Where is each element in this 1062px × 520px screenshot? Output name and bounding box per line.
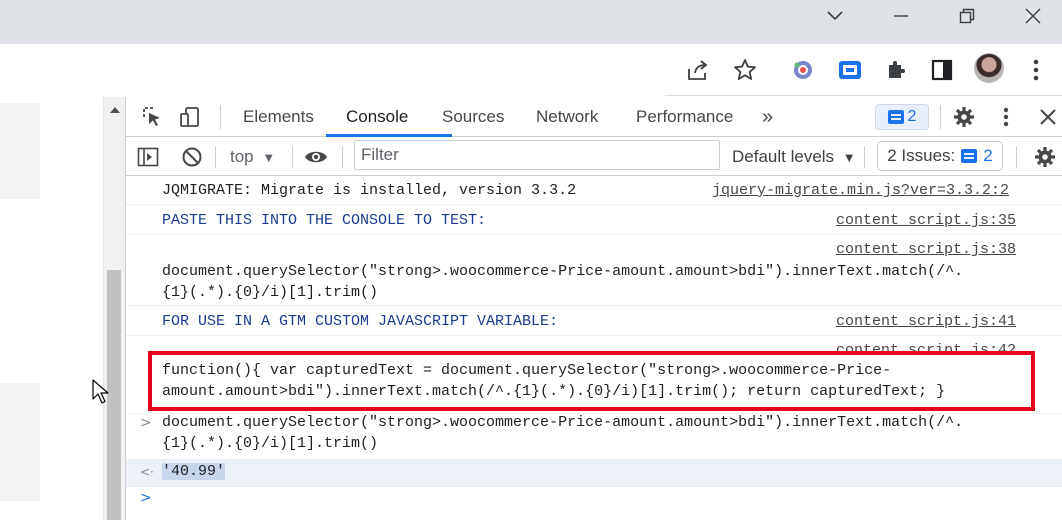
source-link[interactable]: content_script.js:42 <box>836 340 1016 351</box>
share-icon[interactable] <box>684 56 712 84</box>
row-divider <box>126 486 1062 487</box>
result-value-text[interactable]: '40.99' <box>162 463 226 480</box>
settings-gear-icon[interactable] <box>950 103 978 131</box>
device-toolbar-icon[interactable] <box>176 103 204 131</box>
devtools-more-vert-icon[interactable] <box>992 103 1020 131</box>
console-result-value[interactable]: '40.99' <box>162 461 226 482</box>
issues-button[interactable]: 2 Issues: 2 <box>877 141 1003 171</box>
separator <box>342 146 343 168</box>
tab-network[interactable]: Network <box>536 97 598 137</box>
browser-toolbar <box>0 44 1062 96</box>
close-window-button[interactable] <box>1000 0 1062 32</box>
window-title-bar <box>0 0 1062 44</box>
tab-console[interactable]: Console <box>346 97 408 137</box>
tab-sources[interactable]: Sources <box>442 97 504 137</box>
message-icon <box>887 110 904 124</box>
row-divider <box>126 234 1062 235</box>
console-message: PASTE THIS INTO THE CONSOLE TO TEST: <box>162 212 487 229</box>
mouse-pointer-icon <box>92 379 109 404</box>
context-selector-value: top <box>230 147 254 166</box>
row-divider <box>126 204 1062 205</box>
console-message: FOR USE IN A GTM CUSTOM JAVASCRIPT VARIA… <box>162 313 559 330</box>
message-icon <box>961 149 978 163</box>
result-prompt-icon: <· <box>140 465 154 479</box>
log-levels-dropdown[interactable]: Default levels ▼ <box>732 138 856 176</box>
more-vert-icon[interactable] <box>1022 56 1050 84</box>
context-selector[interactable]: top ▼ <box>230 138 275 176</box>
separator <box>1016 146 1017 168</box>
profile-avatar[interactable] <box>974 53 1004 83</box>
side-panel-icon[interactable] <box>928 56 956 84</box>
sidebar-toggle-icon[interactable] <box>134 143 162 171</box>
console-input-line: {1}(.*).{0}/i)[1].trim() <box>162 435 379 452</box>
input-prompt-icon: > <box>140 415 152 431</box>
chevron-down-icon: ▼ <box>262 150 276 165</box>
separator <box>940 105 941 129</box>
address-bar[interactable] <box>0 44 665 96</box>
clear-console-icon[interactable] <box>178 143 206 171</box>
console-message-line: {1}(.*).{0}/i)[1].trim() <box>162 284 379 301</box>
console-message-line: document.querySelector("strong>.woocomme… <box>162 263 964 280</box>
tab-search-chevron-icon[interactable] <box>802 0 868 32</box>
source-link[interactable]: content_script.js:38 <box>836 239 1016 260</box>
log-levels-value: Default levels <box>732 147 835 166</box>
page-scrollbar[interactable] <box>103 97 125 520</box>
console-input-line: document.querySelector("strong>.woocomme… <box>162 414 964 431</box>
puzzle-icon[interactable] <box>882 56 910 84</box>
console-filter-input[interactable] <box>354 140 720 170</box>
devtools-panel: Elements Console Sources Network Perform… <box>125 97 1062 520</box>
restore-button[interactable] <box>934 0 1000 32</box>
separator <box>220 105 221 129</box>
console-settings-gear-icon[interactable] <box>1031 143 1059 171</box>
issues-badge-count: 2 <box>907 108 917 125</box>
separator <box>292 146 293 168</box>
page-panel-bottom <box>0 383 40 501</box>
separator <box>215 146 216 168</box>
chevron-down-icon: ▼ <box>842 150 856 165</box>
scroll-up-arrow-icon[interactable] <box>110 107 120 113</box>
close-devtools-icon[interactable] <box>1034 103 1062 131</box>
source-link[interactable]: content_script.js:41 <box>836 311 1016 332</box>
inspect-element-icon[interactable] <box>138 103 166 131</box>
star-icon[interactable] <box>731 56 759 84</box>
extension-colorful-icon[interactable] <box>789 56 817 84</box>
minimize-button[interactable] <box>868 0 934 32</box>
issues-label: 2 Issues: <box>887 146 956 165</box>
tab-performance[interactable]: Performance <box>636 97 733 137</box>
highlight-annotation-box <box>148 351 1035 411</box>
console-prompt-icon: > <box>140 490 152 506</box>
tab-elements[interactable]: Elements <box>243 97 314 137</box>
issues-badge-button[interactable]: 2 <box>875 104 929 130</box>
more-tabs-button[interactable]: » <box>762 97 773 137</box>
extension-tag-icon[interactable] <box>836 56 864 84</box>
page-panel-top <box>0 103 40 199</box>
row-divider <box>126 335 1062 336</box>
row-divider <box>126 305 1062 306</box>
web-page-area <box>0 97 103 520</box>
source-link[interactable]: jquery-migrate.min.js?ver=3.3.2:2 <box>712 180 1009 201</box>
live-expression-eye-icon[interactable] <box>302 143 330 171</box>
console-message: JQMIGRATE: Migrate is installed, version… <box>162 182 577 199</box>
source-link[interactable]: content_script.js:35 <box>836 210 1016 231</box>
devtools-tab-strip: Elements Console Sources Network Perform… <box>126 97 1062 137</box>
issues-count: 2 <box>983 146 993 165</box>
separator <box>864 146 865 168</box>
console-log: JQMIGRATE: Migrate is installed, version… <box>126 177 1062 520</box>
console-result-row <box>126 459 1062 486</box>
active-tab-indicator <box>326 134 452 137</box>
